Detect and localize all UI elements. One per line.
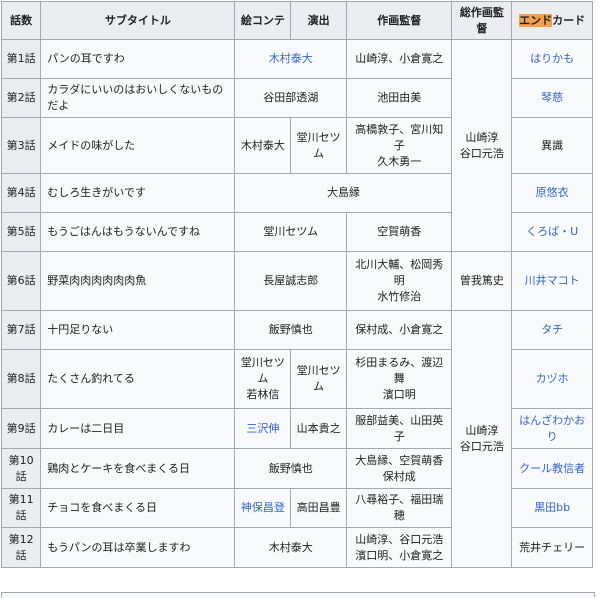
episode-number: 第7話 bbox=[0, 310, 42, 350]
director: 堂川セツム bbox=[290, 349, 348, 409]
storyboard-director-link[interactable]: 木村泰大 bbox=[234, 39, 348, 79]
table-footer bbox=[1, 592, 595, 597]
episode-title: 鶏肉とケーキを食べまくる日 bbox=[40, 448, 236, 489]
episode-title: むしろ生きがいです bbox=[40, 173, 236, 213]
episode-title: メイドの味がした bbox=[40, 117, 236, 174]
animation-director: 空賀萌香 bbox=[346, 212, 453, 252]
header-animation-director: 作画監督 bbox=[346, 1, 453, 40]
table-row: 第1話 パンの耳ですわ 木村泰大 山崎淳、小倉寛之 山崎淳 谷口元浩 はりかも bbox=[0, 39, 593, 252]
end-card-artist-link[interactable]: くろば・U bbox=[511, 212, 593, 252]
director: 山本貴之 bbox=[290, 408, 348, 449]
header-subtitle: サブタイトル bbox=[40, 1, 236, 40]
storyboard-director: 谷田部透湖 bbox=[234, 78, 348, 118]
chief-animation-director: 山崎淳 谷口元浩 bbox=[451, 310, 513, 568]
episode-number: 第2話 bbox=[0, 78, 42, 118]
animation-director: 大島縁、空賀萌香 保村成 bbox=[346, 448, 453, 489]
episode-number: 第5話 bbox=[0, 212, 42, 252]
end-card-artist-link[interactable]: 黒田bb bbox=[511, 488, 593, 528]
episode-number: 第1話 bbox=[0, 39, 42, 79]
storyboard: 堂川セツム 若林信 bbox=[234, 349, 292, 409]
header-director: 演出 bbox=[290, 1, 348, 40]
episode-title: もうパンの耳は卒業しますわ bbox=[40, 527, 236, 568]
end-card-artist: 荒井チェリー bbox=[511, 527, 593, 568]
episode-number: 第11話 bbox=[0, 488, 42, 528]
episode-number: 第10話 bbox=[0, 448, 42, 489]
header-end-card: エンドカード bbox=[511, 1, 593, 40]
end-card-artist: 異識 bbox=[511, 117, 593, 174]
animation-director: 山崎淳、谷口元浩 濱口明、小倉寛之 bbox=[346, 527, 453, 568]
table-row: 第7話 十円足りない 飯野慎也 保村成、小倉寛之 山崎淳 谷口元浩 タチ bbox=[0, 310, 593, 568]
animation-director: 杉田まるみ、渡辺舞 濱口明 bbox=[346, 349, 453, 409]
search-highlight: エンド bbox=[519, 13, 553, 27]
animation-director: 山崎淳、小倉寛之 bbox=[346, 39, 453, 79]
episode-number: 第3話 bbox=[0, 117, 42, 174]
episode-number: 第9話 bbox=[0, 408, 42, 449]
table-row: 第6話 野菜肉肉肉肉肉肉魚 長屋誠志郎 北川大輔、松岡秀明 水竹修治 曽我篤史 … bbox=[0, 251, 593, 311]
animation-director: 保村成、小倉寛之 bbox=[346, 310, 453, 350]
storyboard-director: 長屋誠志郎 bbox=[234, 251, 348, 311]
end-card-artist-link[interactable]: 原悠衣 bbox=[511, 173, 593, 213]
header-storyboard: 絵コンテ bbox=[234, 1, 292, 40]
chief-animation-director: 山崎淳 谷口元浩 bbox=[451, 39, 513, 252]
storyboard-director: 木村泰大 bbox=[234, 527, 348, 568]
storyboard-link[interactable]: 神保昌登 bbox=[234, 488, 292, 528]
end-card-artist-link[interactable]: 琴慈 bbox=[511, 78, 593, 118]
episode-number: 第4話 bbox=[0, 173, 42, 213]
storyboard-director: 飯野慎也 bbox=[234, 310, 348, 350]
storyboard-director: 飯野慎也 bbox=[234, 448, 348, 489]
storyboard-director: 堂川セツム bbox=[234, 212, 348, 252]
director: 高田昌豊 bbox=[290, 488, 348, 528]
animation-director: 池田由美 bbox=[346, 78, 453, 118]
episode-number: 第8話 bbox=[0, 349, 42, 409]
chief-animation-director: 曽我篤史 bbox=[451, 251, 513, 311]
end-card-artist-link[interactable]: クール教信者 bbox=[511, 448, 593, 489]
episode-title: たくさん釣れてる bbox=[40, 349, 236, 409]
animation-director: 服部益美、山田英子 bbox=[346, 408, 453, 449]
header-row: 話数 サブタイトル 絵コンテ 演出 作画監督 総作画監督 エンドカード bbox=[0, 1, 593, 40]
episode-title: 野菜肉肉肉肉肉肉魚 bbox=[40, 251, 236, 311]
episode-table: 話数 サブタイトル 絵コンテ 演出 作画監督 総作画監督 エンドカード 第1話 … bbox=[0, 1, 593, 568]
episode-title: チョコを食べまくる日 bbox=[40, 488, 236, 528]
episode-title: もうごはんはもうないんですね bbox=[40, 212, 236, 252]
end-card-artist-link[interactable]: 川井マコト bbox=[511, 251, 593, 311]
storyboard-link[interactable]: 三沢伸 bbox=[234, 408, 292, 449]
episode-title: カレーは二日目 bbox=[40, 408, 236, 449]
header-episode: 話数 bbox=[0, 1, 42, 40]
episode-number: 第6話 bbox=[0, 251, 42, 311]
header-chief-animation-director: 総作画監督 bbox=[451, 1, 513, 40]
end-card-artist-link[interactable]: はんざわかおり bbox=[511, 408, 593, 449]
director: 堂川セツム bbox=[290, 117, 348, 174]
animation-director: 八尋裕子、福田瑞穂 bbox=[346, 488, 453, 528]
episode-title: カラダにいいのはおいしくないものだよ bbox=[40, 78, 236, 118]
end-card-artist-link[interactable]: タチ bbox=[511, 310, 593, 350]
episode-title: 十円足りない bbox=[40, 310, 236, 350]
end-card-artist-link[interactable]: はりかも bbox=[511, 39, 593, 79]
storyboard-director-animation: 大島縁 bbox=[234, 173, 453, 213]
storyboard: 木村泰大 bbox=[234, 117, 292, 174]
end-card-artist-link[interactable]: カヅホ bbox=[511, 349, 593, 409]
animation-director: 北川大輔、松岡秀明 水竹修治 bbox=[346, 251, 453, 311]
animation-director: 高橋敦子、宮川知子 久木勇一 bbox=[346, 117, 453, 174]
episode-number: 第12話 bbox=[0, 527, 42, 568]
episode-title: パンの耳ですわ bbox=[40, 39, 236, 79]
